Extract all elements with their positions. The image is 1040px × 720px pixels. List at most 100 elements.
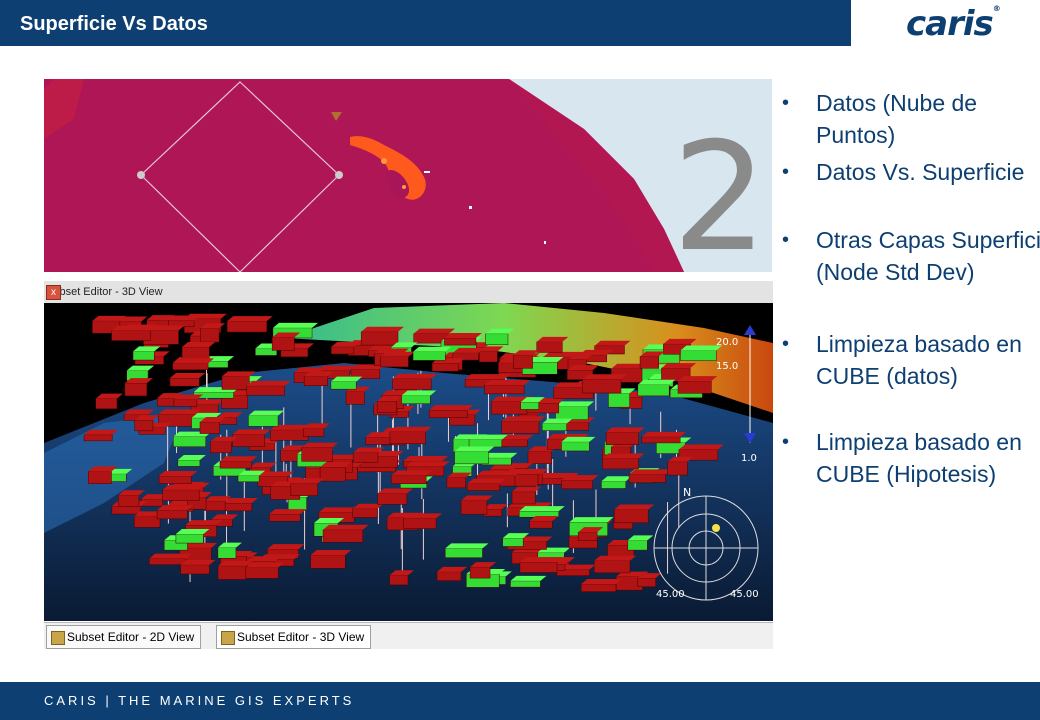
- cube-face: [181, 346, 210, 361]
- cube-face: [302, 428, 325, 437]
- subset-editor-2d-view[interactable]: 2: [44, 79, 772, 272]
- cube-top: [445, 543, 489, 549]
- bullet-dot: •: [782, 229, 790, 251]
- cube-face: [268, 513, 301, 522]
- tab-label: Subset Editor - 2D View: [67, 630, 195, 644]
- cube-face: [111, 505, 142, 515]
- cube-face: [577, 531, 598, 541]
- cube-face: [513, 355, 533, 369]
- cube-face: [580, 583, 617, 592]
- cube-face: [222, 502, 253, 512]
- cube-top: [629, 469, 672, 475]
- cube-face: [582, 379, 622, 394]
- cube-face: [148, 558, 187, 565]
- cube-face: [446, 477, 466, 489]
- cube-top: [246, 380, 291, 386]
- selection-handle-right[interactable]: [335, 171, 343, 179]
- cube-face: [199, 421, 220, 434]
- cube-face: [602, 458, 639, 470]
- cube-top: [223, 498, 258, 504]
- bullet-dot: •: [782, 333, 790, 355]
- close-icon[interactable]: x: [46, 285, 61, 300]
- cube-face: [389, 431, 426, 445]
- cube-top: [218, 560, 253, 566]
- cube-face: [501, 439, 528, 447]
- cube-top: [361, 326, 404, 332]
- cube-face: [365, 437, 393, 445]
- cube-face: [561, 441, 590, 452]
- cube-top: [158, 470, 198, 476]
- cube-top: [594, 340, 631, 346]
- cube-top: [519, 557, 564, 563]
- cube-top: [301, 442, 339, 448]
- bullet-text: Datos Vs. Superficie: [816, 159, 1025, 185]
- cube-top: [661, 363, 697, 369]
- cube-face: [331, 346, 355, 355]
- compass-north: N: [683, 486, 691, 499]
- cube-top: [403, 513, 443, 519]
- cube-face: [221, 376, 250, 390]
- cube-top: [257, 471, 294, 477]
- cube-top: [272, 322, 319, 328]
- cube-face: [428, 409, 468, 418]
- cube-top: [158, 409, 201, 415]
- cube-face: [484, 384, 525, 395]
- tab-3d-view[interactable]: Subset Editor - 3D View: [216, 625, 372, 649]
- tab-2d-view[interactable]: Subset Editor - 2D View: [46, 625, 202, 649]
- cube-face: [520, 401, 540, 410]
- cube-top: [413, 328, 455, 334]
- cube-top: [310, 549, 352, 555]
- subset-editor-window-titlebar[interactable]: Subset Editor - 3D View ⊥ x: [44, 281, 773, 304]
- cube-top: [429, 405, 474, 411]
- cube-top: [185, 520, 223, 526]
- cube-face: [628, 474, 666, 483]
- cube-top: [149, 553, 193, 559]
- bullet-text: Datos (Nube de Puntos): [816, 90, 978, 148]
- cube-face: [593, 560, 631, 574]
- cube-face: [637, 577, 656, 587]
- subset-editor-3d-view[interactable]: 20.0 15.0 1.0 N 45.00 45.00: [44, 303, 773, 621]
- cube-face: [88, 471, 112, 484]
- cube-top: [555, 401, 595, 407]
- cube-face: [175, 533, 204, 544]
- view-tab-bar: Subset Editor - 2D View Subset Editor - …: [44, 622, 773, 649]
- bullet-item: • Datos Vs. Superficie: [778, 156, 1040, 188]
- cube-face: [172, 363, 209, 370]
- slide-title: Superficie Vs Datos: [20, 13, 208, 35]
- tab-label: Subset Editor - 3D View: [237, 630, 365, 644]
- bullet-dot: •: [782, 431, 790, 453]
- cube-face: [403, 518, 437, 529]
- logo-mark: ®: [992, 4, 1001, 13]
- bullet-text: Limpieza basado en CUBE (datos): [816, 331, 1022, 389]
- cube-face: [204, 500, 226, 511]
- cube-top: [594, 555, 636, 561]
- cube-face: [322, 529, 364, 543]
- cube-top: [465, 374, 511, 380]
- bullet-item: • Limpieza basado en CUBE (datos): [778, 328, 1040, 392]
- cube-face: [502, 537, 524, 547]
- cube-face: [412, 351, 446, 361]
- cube-top: [581, 578, 622, 584]
- cube-face: [177, 459, 201, 467]
- cube-top: [111, 325, 157, 331]
- cube-face: [319, 466, 346, 482]
- point-cloud-3d-image: 20.0 15.0 1.0 N 45.00 45.00: [44, 303, 773, 621]
- surface-2d-image: 2: [44, 79, 772, 272]
- cube-face: [330, 381, 357, 390]
- cube-face: [637, 384, 670, 397]
- selection-handle-left[interactable]: [137, 171, 145, 179]
- cube-face: [271, 337, 295, 351]
- cube-top: [157, 505, 194, 511]
- caris-logo: caris®: [906, 4, 1016, 44]
- cube-top: [569, 517, 614, 523]
- cube-face: [444, 337, 477, 346]
- cube-face: [200, 327, 220, 343]
- cube-face: [95, 398, 118, 410]
- cube-face: [510, 580, 541, 588]
- cube-top: [227, 316, 273, 322]
- cube-top: [248, 410, 285, 416]
- footer-tagline: CARIS | THE MARINE GIS EXPERTS: [44, 693, 355, 708]
- cube-top: [519, 506, 565, 512]
- pin-icon[interactable]: ⊥: [46, 281, 749, 303]
- cube-top: [267, 544, 305, 550]
